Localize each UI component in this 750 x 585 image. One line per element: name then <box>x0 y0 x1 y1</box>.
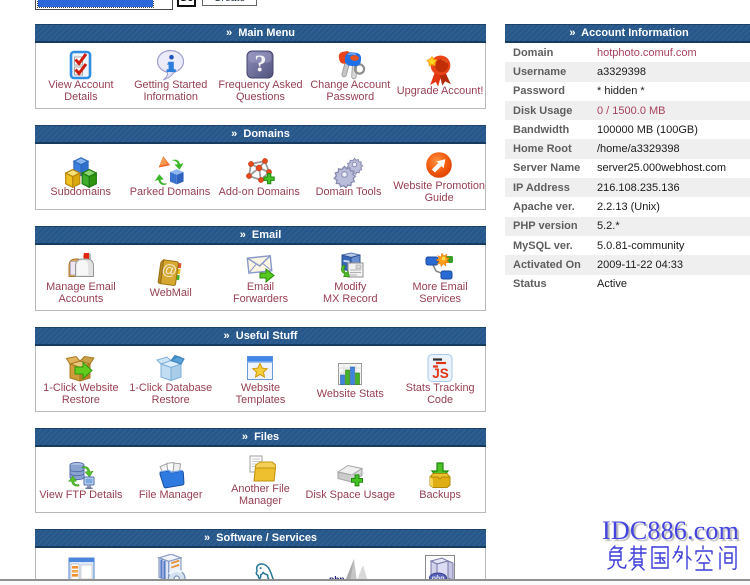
svg-text:?: ? <box>255 51 267 77</box>
svg-text:JS: JS <box>432 366 449 381</box>
svg-text:@: @ <box>161 260 178 279</box>
